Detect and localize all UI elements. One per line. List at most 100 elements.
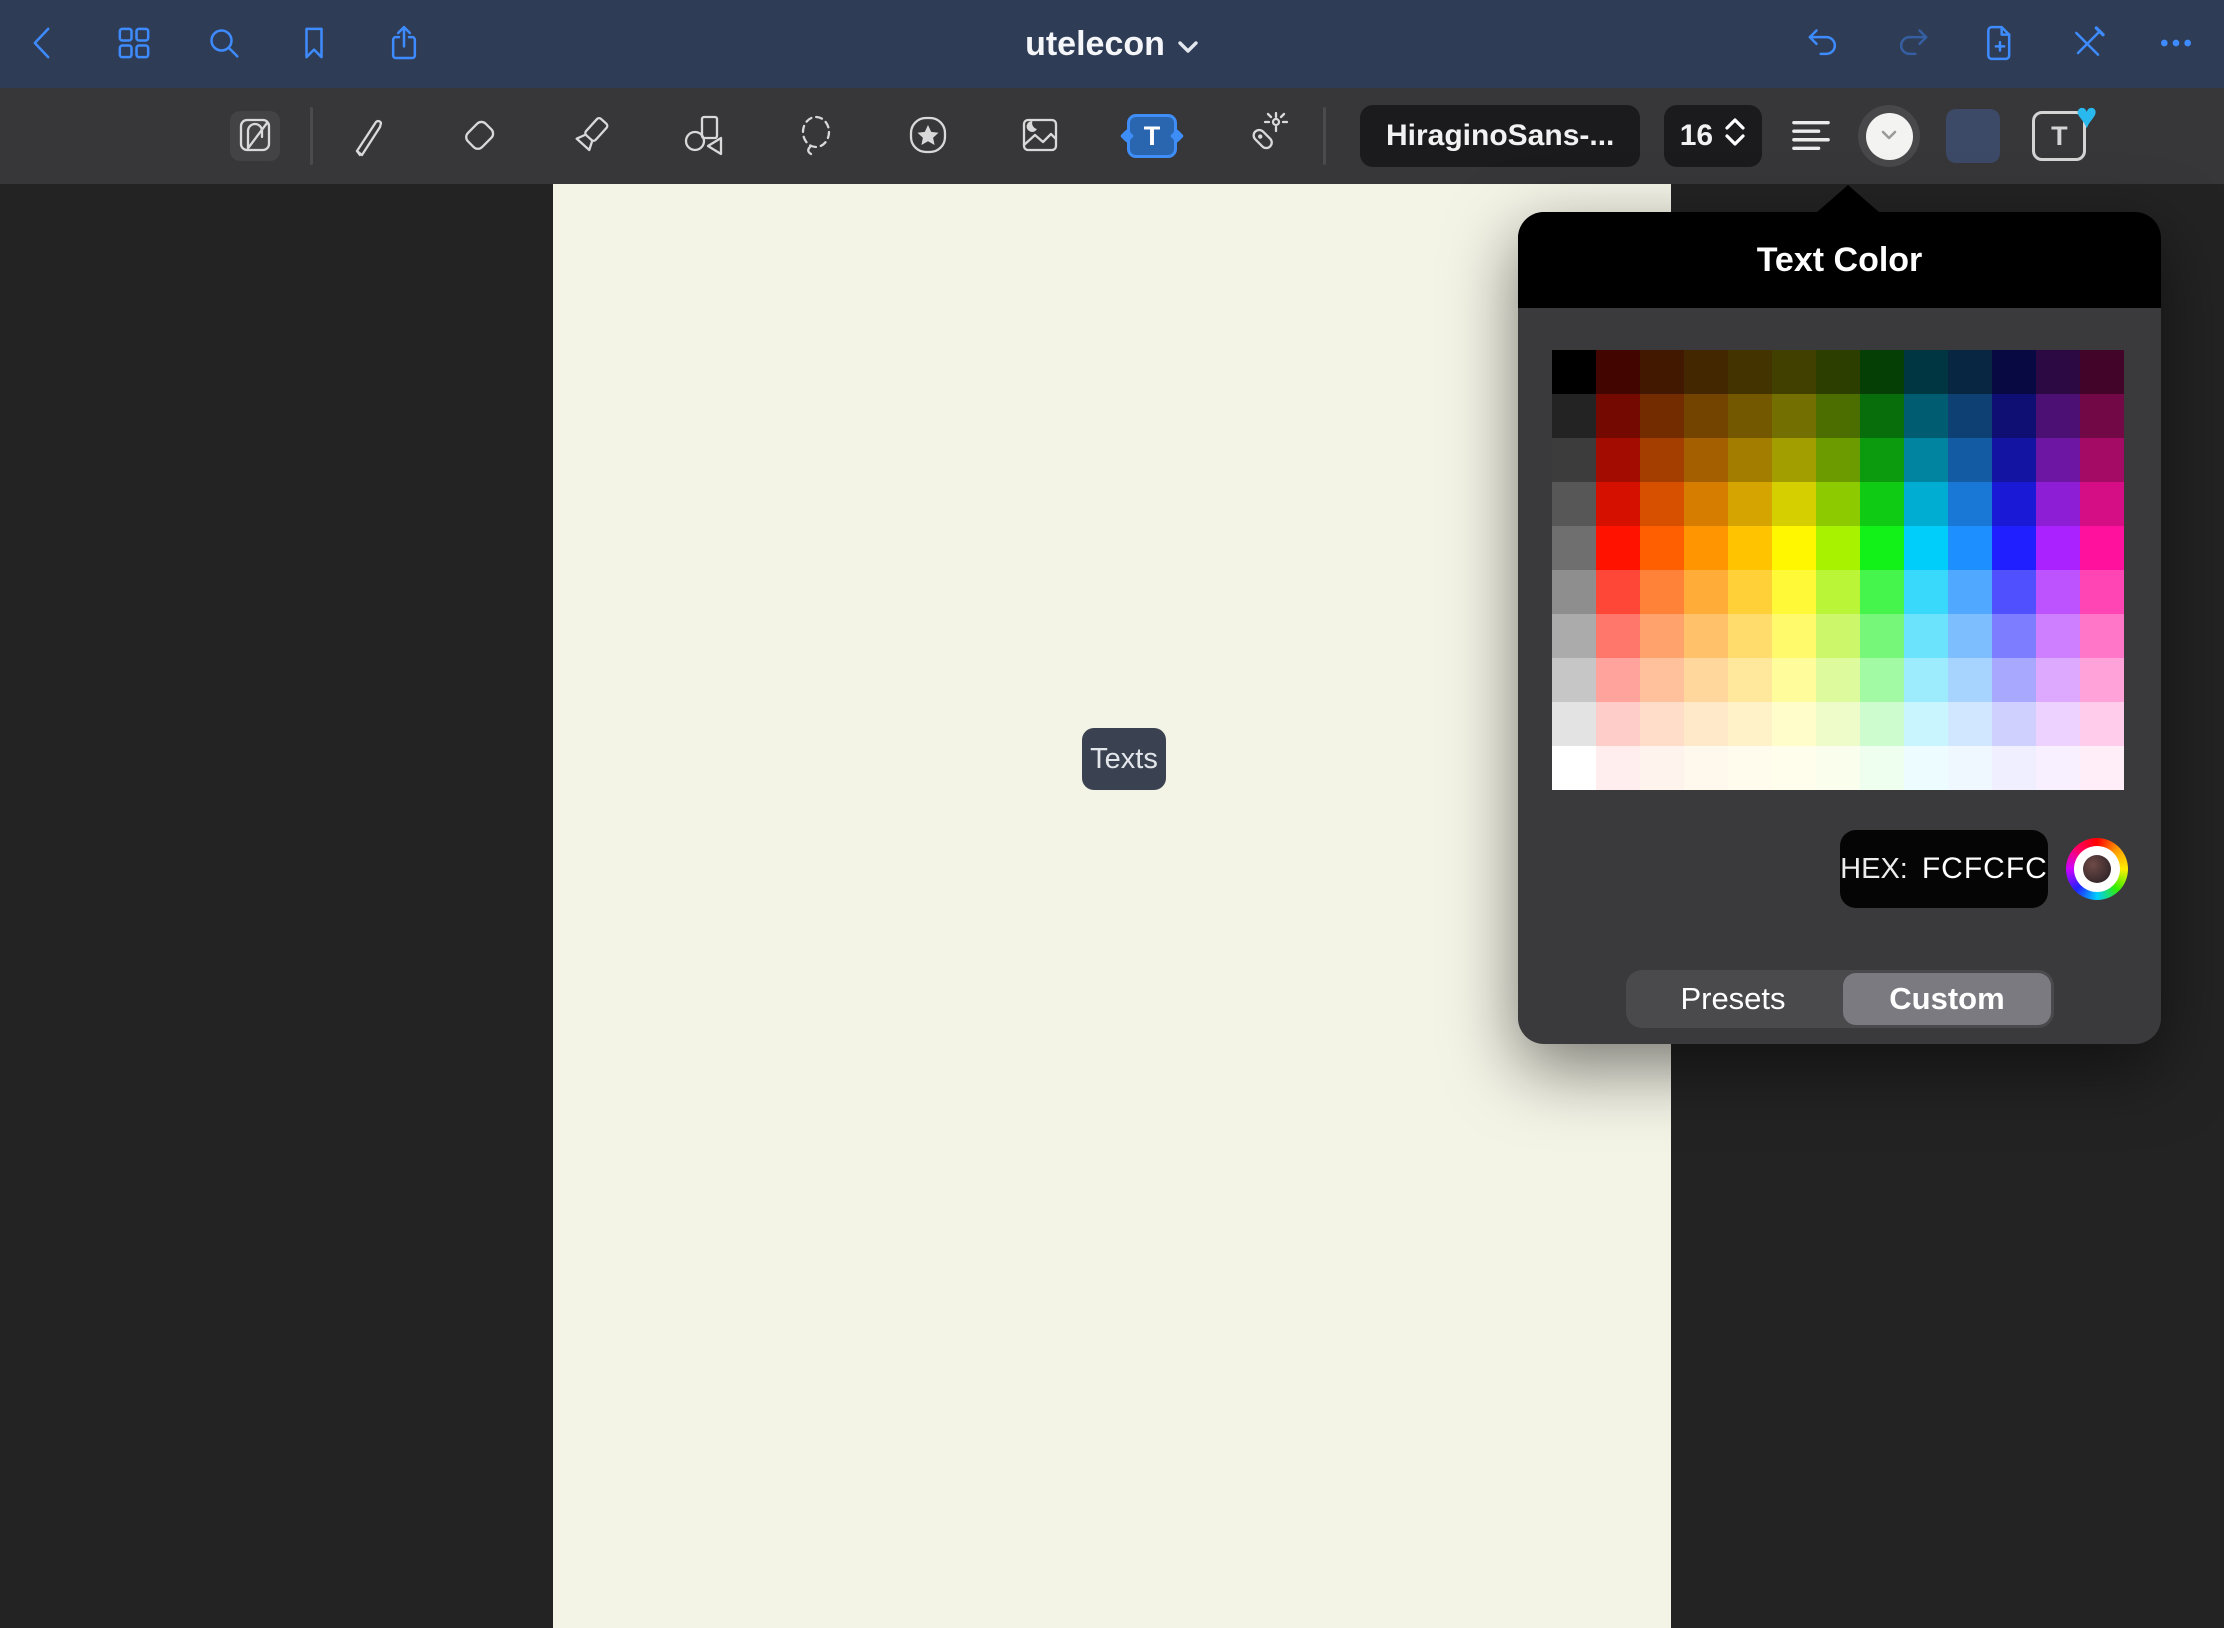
palette-cell[interactable] <box>1684 570 1728 614</box>
palette-cell[interactable] <box>1860 746 1904 790</box>
palette-cell[interactable] <box>2036 438 2080 482</box>
palette-cell[interactable] <box>1684 350 1728 394</box>
palette-cell[interactable] <box>1728 526 1772 570</box>
palette-cell[interactable] <box>1772 350 1816 394</box>
palette-cell[interactable] <box>1904 658 1948 702</box>
palette-cell[interactable] <box>1640 394 1684 438</box>
palette-cell[interactable] <box>1904 614 1948 658</box>
palette-cell[interactable] <box>1640 702 1684 746</box>
palette-cell[interactable] <box>1684 658 1728 702</box>
pen-tool-button[interactable] <box>343 111 393 161</box>
palette-cell[interactable] <box>2080 746 2124 790</box>
font-name-button[interactable]: HiraginoSans-... <box>1360 105 1640 167</box>
eraser-tool-button[interactable] <box>455 111 505 161</box>
palette-cell[interactable] <box>1640 482 1684 526</box>
palette-cell[interactable] <box>1816 438 1860 482</box>
palette-cell[interactable] <box>1640 350 1684 394</box>
palette-cell[interactable] <box>1904 570 1948 614</box>
palette-cell[interactable] <box>1728 438 1772 482</box>
palette-cell[interactable] <box>1596 438 1640 482</box>
palette-cell[interactable] <box>1728 658 1772 702</box>
hex-input[interactable]: HEX: FCFCFC <box>1840 830 2048 908</box>
highlighter-tool-button[interactable] <box>567 111 617 161</box>
palette-cell[interactable] <box>1728 350 1772 394</box>
palette-cell[interactable] <box>1904 438 1948 482</box>
shapes-tool-button[interactable] <box>679 111 729 161</box>
palette-cell[interactable] <box>1772 394 1816 438</box>
palette-cell[interactable] <box>1904 394 1948 438</box>
palette-cell[interactable] <box>1816 614 1860 658</box>
palette-cell[interactable] <box>1992 570 2036 614</box>
palette-cell[interactable] <box>1684 394 1728 438</box>
palette-cell[interactable] <box>1860 438 1904 482</box>
palette-cell[interactable] <box>1596 658 1640 702</box>
palette-cell[interactable] <box>1684 438 1728 482</box>
palette-cell[interactable] <box>2080 350 2124 394</box>
palette-cell[interactable] <box>1728 482 1772 526</box>
palette-cell[interactable] <box>1728 746 1772 790</box>
palette-cell[interactable] <box>1860 394 1904 438</box>
canvas-text-object[interactable]: Texts <box>1082 728 1166 790</box>
palette-cell[interactable] <box>2080 570 2124 614</box>
palette-cell[interactable] <box>1904 746 1948 790</box>
palette-cell[interactable] <box>2036 658 2080 702</box>
palette-cell[interactable] <box>1552 394 1596 438</box>
palette-cell[interactable] <box>1596 394 1640 438</box>
palette-cell[interactable] <box>1816 746 1860 790</box>
palette-cell[interactable] <box>1948 746 1992 790</box>
palette-cell[interactable] <box>1948 350 1992 394</box>
palette-cell[interactable] <box>2080 482 2124 526</box>
palette-cell[interactable] <box>1816 394 1860 438</box>
undo-button[interactable] <box>1802 22 1846 66</box>
palette-cell[interactable] <box>1552 746 1596 790</box>
palette-cell[interactable] <box>1552 350 1596 394</box>
palette-cell[interactable] <box>2036 394 2080 438</box>
palette-cell[interactable] <box>1552 570 1596 614</box>
palette-cell[interactable] <box>1596 570 1640 614</box>
palette-cell[interactable] <box>1904 350 1948 394</box>
palette-cell[interactable] <box>1904 702 1948 746</box>
palette-cell[interactable] <box>1992 438 2036 482</box>
lasso-tool-button[interactable] <box>791 111 841 161</box>
palette-cell[interactable] <box>1772 746 1816 790</box>
text-background-color-button[interactable] <box>1946 109 2000 163</box>
palette-cell[interactable] <box>1596 526 1640 570</box>
palette-cell[interactable] <box>1948 394 1992 438</box>
palette-cell[interactable] <box>1860 350 1904 394</box>
palette-cell[interactable] <box>1552 658 1596 702</box>
palette-cell[interactable] <box>1948 702 1992 746</box>
palette-cell[interactable] <box>1816 526 1860 570</box>
text-color-swatch-button[interactable] <box>1858 105 1920 167</box>
palette-cell[interactable] <box>2080 394 2124 438</box>
palette-cell[interactable] <box>2036 482 2080 526</box>
palette-cell[interactable] <box>2080 526 2124 570</box>
pen-mode-toggle-button[interactable] <box>2066 22 2110 66</box>
palette-cell[interactable] <box>1992 482 2036 526</box>
palette-cell[interactable] <box>1992 746 2036 790</box>
palette-cell[interactable] <box>1948 570 1992 614</box>
palette-cell[interactable] <box>1772 614 1816 658</box>
text-align-button[interactable] <box>1788 113 1834 159</box>
palette-cell[interactable] <box>1816 482 1860 526</box>
palette-cell[interactable] <box>1640 614 1684 658</box>
palette-cell[interactable] <box>2036 746 2080 790</box>
palette-cell[interactable] <box>1640 526 1684 570</box>
palette-cell[interactable] <box>1860 526 1904 570</box>
palette-cell[interactable] <box>1596 482 1640 526</box>
palette-cell[interactable] <box>1948 482 1992 526</box>
palette-cell[interactable] <box>1860 570 1904 614</box>
palette-cell[interactable] <box>1816 658 1860 702</box>
palette-cell[interactable] <box>1992 394 2036 438</box>
palette-cell[interactable] <box>2036 526 2080 570</box>
stickers-tool-button[interactable] <box>903 111 953 161</box>
font-size-stepper[interactable]: 16 <box>1664 105 1762 167</box>
palette-cell[interactable] <box>1860 482 1904 526</box>
notebook-page[interactable]: Texts <box>553 184 1671 1628</box>
add-page-button[interactable] <box>1978 22 2022 66</box>
palette-cell[interactable] <box>1684 614 1728 658</box>
more-button[interactable] <box>2154 22 2198 66</box>
palette-cell[interactable] <box>1772 570 1816 614</box>
palette-cell[interactable] <box>2080 702 2124 746</box>
tab-presets[interactable]: Presets <box>1629 973 1837 1025</box>
palette-cell[interactable] <box>1728 394 1772 438</box>
